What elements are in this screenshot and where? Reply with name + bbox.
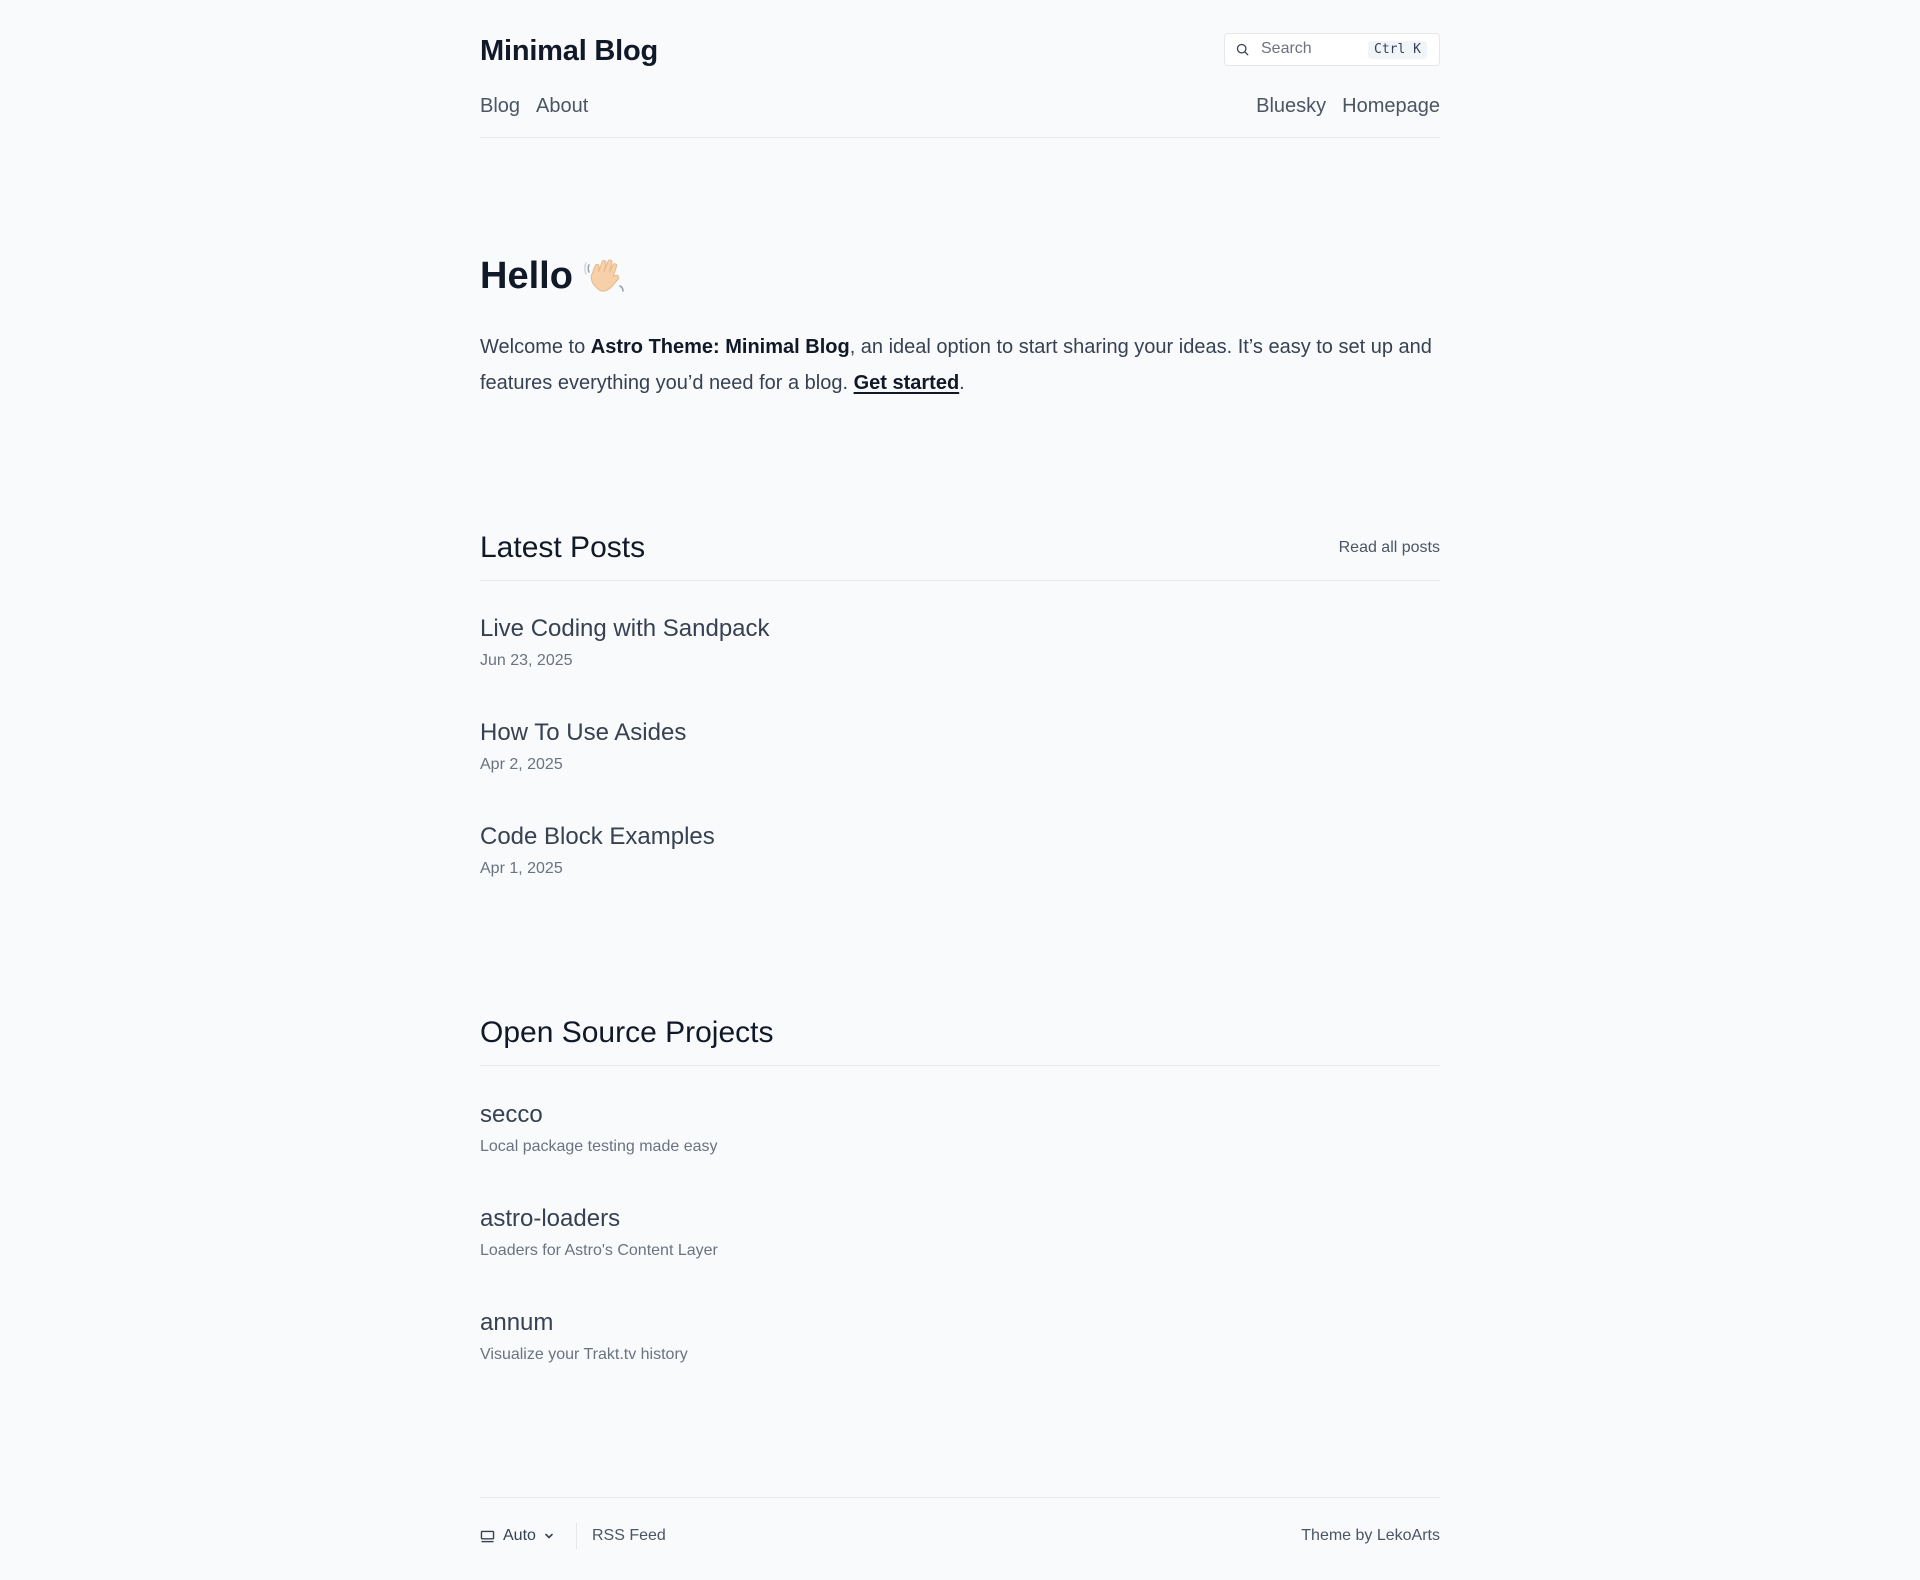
- post-date: Apr 2, 2025: [480, 756, 563, 773]
- post-title-link[interactable]: Code Block Examples: [480, 822, 1440, 852]
- project-list-item: annum Visualize your Trakt.tv history: [480, 1308, 1440, 1366]
- theme-toggle-label: Auto: [503, 1527, 536, 1544]
- site-header: Minimal Blog Ctrl K Blog About Bluesky H…: [480, 0, 1440, 138]
- project-name-link[interactable]: annum: [480, 1308, 1440, 1338]
- latest-posts-header: Latest Posts Read all posts: [480, 530, 1440, 581]
- projects-header: Open Source Projects: [480, 1015, 1440, 1066]
- project-description: Local package testing made easy: [480, 1138, 718, 1155]
- theme-toggle[interactable]: Auto: [480, 1525, 554, 1547]
- site-title[interactable]: Minimal Blog: [480, 33, 658, 69]
- search-icon: [1236, 43, 1249, 56]
- waving-hand-icon: [584, 259, 624, 292]
- post-list-item: How To Use Asides Apr 2, 2025: [480, 718, 1440, 776]
- post-title-link[interactable]: How To Use Asides: [480, 718, 1440, 748]
- read-all-posts-link[interactable]: Read all posts: [1339, 538, 1440, 558]
- post-list-item: Code Block Examples Apr 1, 2025: [480, 822, 1440, 880]
- latest-posts-title: Latest Posts: [480, 531, 646, 564]
- search-input[interactable]: [1261, 38, 1361, 60]
- hero-text-before: Welcome to: [480, 336, 591, 358]
- get-started-link[interactable]: Get started: [854, 372, 960, 394]
- post-title-link[interactable]: Live Coding with Sandpack: [480, 614, 1440, 644]
- chevron-down-icon: [545, 1533, 553, 1539]
- monitor-icon: [480, 1530, 495, 1542]
- hero-title: Hello: [480, 252, 627, 300]
- hero-theme-name: Astro Theme: Minimal Blog: [590, 336, 850, 358]
- hero-title-text: Hello: [480, 255, 573, 297]
- hero-text-end: .: [959, 372, 965, 394]
- nav-about-link[interactable]: About: [536, 92, 588, 120]
- project-name-link[interactable]: astro-loaders: [480, 1204, 1440, 1234]
- project-name-link[interactable]: secco: [480, 1100, 1440, 1130]
- hero-intro: Welcome to Astro Theme: Minimal Blog, an…: [480, 329, 1440, 401]
- search-box[interactable]: Ctrl K: [1224, 33, 1440, 66]
- projects-title: Open Source Projects: [480, 1016, 774, 1049]
- post-date: Apr 1, 2025: [480, 860, 563, 877]
- primary-nav: Blog About: [480, 92, 588, 120]
- search-shortcut: Ctrl K: [1368, 41, 1427, 59]
- credit-prefix: Theme by: [1301, 1527, 1377, 1544]
- nav-bluesky-link[interactable]: Bluesky: [1256, 92, 1326, 120]
- project-list-item: secco Local package testing made easy: [480, 1100, 1440, 1158]
- post-date: Jun 23, 2025: [480, 652, 573, 669]
- site-footer: Auto RSS Feed Theme by LekoArts: [480, 1497, 1440, 1576]
- page: Minimal Blog Ctrl K Blog About Bluesky H…: [480, 0, 1440, 1580]
- footer-divider: [576, 1523, 577, 1549]
- project-description: Loaders for Astro's Content Layer: [480, 1242, 718, 1259]
- post-list-item: Live Coding with Sandpack Jun 23, 2025: [480, 614, 1440, 672]
- nav-homepage-link[interactable]: Homepage: [1342, 92, 1440, 120]
- external-nav: Bluesky Homepage: [1256, 92, 1440, 120]
- lekoarts-link[interactable]: LekoArts: [1377, 1527, 1440, 1544]
- project-list-item: astro-loaders Loaders for Astro's Conten…: [480, 1204, 1440, 1262]
- project-description: Visualize your Trakt.tv history: [480, 1346, 688, 1363]
- theme-credit: Theme by LekoArts: [1301, 1526, 1440, 1546]
- rss-feed-link[interactable]: RSS Feed: [592, 1526, 666, 1546]
- nav-blog-link[interactable]: Blog: [480, 92, 520, 120]
